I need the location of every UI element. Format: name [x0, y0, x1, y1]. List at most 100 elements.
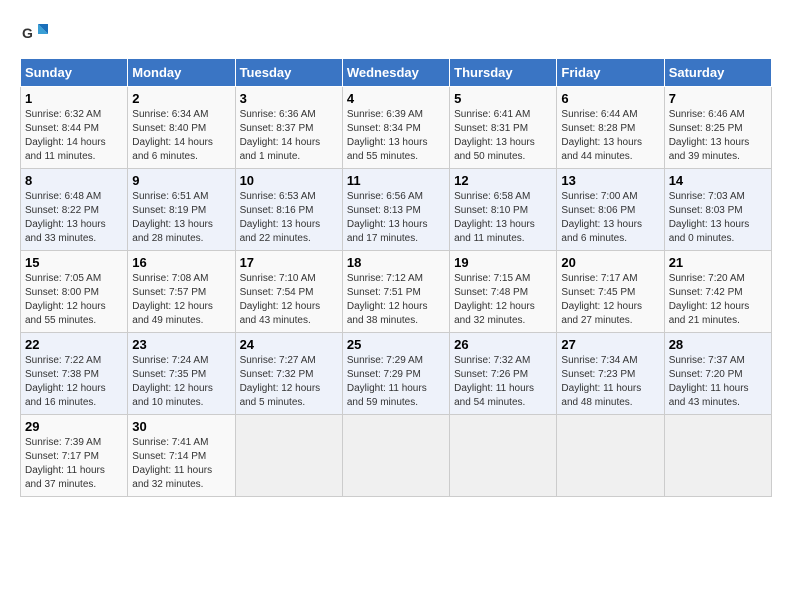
day-number: 30 [132, 419, 230, 434]
day-number: 17 [240, 255, 338, 270]
day-info: Sunrise: 7:39 AMSunset: 7:17 PMDaylight:… [25, 436, 123, 492]
day-number: 29 [25, 419, 123, 434]
day-cell: 11 Sunrise: 6:56 AMSunset: 8:13 PMDayligh… [342, 169, 449, 251]
day-info: Sunrise: 6:53 AMSunset: 8:16 PMDaylight:… [240, 190, 338, 246]
day-number: 2 [132, 91, 230, 106]
week-row-5: 29 Sunrise: 7:39 AMSunset: 7:17 PMDayligh… [21, 415, 772, 497]
day-info: Sunrise: 7:20 AMSunset: 7:42 PMDaylight:… [669, 272, 767, 328]
day-info: Sunrise: 6:41 AMSunset: 8:31 PMDaylight:… [454, 108, 552, 164]
day-info: Sunrise: 7:24 AMSunset: 7:35 PMDaylight:… [132, 354, 230, 410]
logo-icon: G [20, 20, 48, 48]
day-cell: 22 Sunrise: 7:22 AMSunset: 7:38 PMDayligh… [21, 333, 128, 415]
day-cell: 10Sunrise: 6:53 AMSunset: 8:16 PMDayligh… [235, 169, 342, 251]
day-cell: 14 Sunrise: 7:03 AMSunset: 8:03 PMDayligh… [664, 169, 771, 251]
day-cell: 12 Sunrise: 6:58 AMSunset: 8:10 PMDayligh… [450, 169, 557, 251]
day-cell: 27 Sunrise: 7:34 AMSunset: 7:23 PMDayligh… [557, 333, 664, 415]
day-info: Sunrise: 6:44 AMSunset: 8:28 PMDaylight:… [561, 108, 659, 164]
day-cell: 15 Sunrise: 7:05 AMSunset: 8:00 PMDayligh… [21, 251, 128, 333]
day-info: Sunrise: 7:41 AMSunset: 7:14 PMDaylight:… [132, 436, 230, 492]
day-number: 6 [561, 91, 659, 106]
day-cell [557, 415, 664, 497]
day-number: 18 [347, 255, 445, 270]
day-number: 12 [454, 173, 552, 188]
day-number: 22 [25, 337, 123, 352]
day-info: Sunrise: 7:10 AMSunset: 7:54 PMDaylight:… [240, 272, 338, 328]
day-cell: 20Sunrise: 7:17 AMSunset: 7:45 PMDayligh… [557, 251, 664, 333]
day-info: Sunrise: 7:08 AMSunset: 7:57 PMDaylight:… [132, 272, 230, 328]
header-cell-thursday: Thursday [450, 59, 557, 87]
day-info: Sunrise: 7:15 AMSunset: 7:48 PMDaylight:… [454, 272, 552, 328]
day-cell: 8 Sunrise: 6:48 AMSunset: 8:22 PMDaylight… [21, 169, 128, 251]
day-number: 4 [347, 91, 445, 106]
header-cell-sunday: Sunday [21, 59, 128, 87]
day-info: Sunrise: 7:37 AMSunset: 7:20 PMDaylight:… [669, 354, 767, 410]
header-cell-wednesday: Wednesday [342, 59, 449, 87]
day-cell: 19 Sunrise: 7:15 AMSunset: 7:48 PMDayligh… [450, 251, 557, 333]
day-number: 8 [25, 173, 123, 188]
calendar-body: 1 Sunrise: 6:32 AMSunset: 8:44 PMDaylight… [21, 87, 772, 497]
week-row-2: 8 Sunrise: 6:48 AMSunset: 8:22 PMDaylight… [21, 169, 772, 251]
day-cell: 24Sunrise: 7:27 AMSunset: 7:32 PMDayligh… [235, 333, 342, 415]
day-cell: 4Sunrise: 6:39 AMSunset: 8:34 PMDaylight… [342, 87, 449, 169]
day-cell: 2 Sunrise: 6:34 AMSunset: 8:40 PMDaylight… [128, 87, 235, 169]
day-info: Sunrise: 7:22 AMSunset: 7:38 PMDaylight:… [25, 354, 123, 410]
day-info: Sunrise: 7:12 AMSunset: 7:51 PMDaylight:… [347, 272, 445, 328]
day-info: Sunrise: 6:46 AMSunset: 8:25 PMDaylight:… [669, 108, 767, 164]
day-info: Sunrise: 6:48 AMSunset: 8:22 PMDaylight:… [25, 190, 123, 246]
day-cell [235, 415, 342, 497]
week-row-4: 22 Sunrise: 7:22 AMSunset: 7:38 PMDayligh… [21, 333, 772, 415]
week-row-3: 15 Sunrise: 7:05 AMSunset: 8:00 PMDayligh… [21, 251, 772, 333]
day-info: Sunrise: 6:36 AMSunset: 8:37 PMDaylight:… [240, 108, 338, 164]
day-number: 23 [132, 337, 230, 352]
calendar-table: SundayMondayTuesdayWednesdayThursdayFrid… [20, 58, 772, 497]
day-info: Sunrise: 7:32 AMSunset: 7:26 PMDaylight:… [454, 354, 552, 410]
day-cell: 9 Sunrise: 6:51 AMSunset: 8:19 PMDaylight… [128, 169, 235, 251]
day-info: Sunrise: 6:32 AMSunset: 8:44 PMDaylight:… [25, 108, 123, 164]
day-number: 1 [25, 91, 123, 106]
day-number: 20 [561, 255, 659, 270]
day-cell: 25 Sunrise: 7:29 AMSunset: 7:29 PMDayligh… [342, 333, 449, 415]
day-cell [342, 415, 449, 497]
header-cell-tuesday: Tuesday [235, 59, 342, 87]
header-cell-friday: Friday [557, 59, 664, 87]
day-info: Sunrise: 7:03 AMSunset: 8:03 PMDaylight:… [669, 190, 767, 246]
day-number: 15 [25, 255, 123, 270]
day-number: 27 [561, 337, 659, 352]
calendar-header: SundayMondayTuesdayWednesdayThursdayFrid… [21, 59, 772, 87]
day-number: 9 [132, 173, 230, 188]
day-cell [664, 415, 771, 497]
page-header: G [20, 20, 772, 48]
day-cell: 16 Sunrise: 7:08 AMSunset: 7:57 PMDayligh… [128, 251, 235, 333]
day-info: Sunrise: 6:51 AMSunset: 8:19 PMDaylight:… [132, 190, 230, 246]
header-row: SundayMondayTuesdayWednesdayThursdayFrid… [21, 59, 772, 87]
logo: G [20, 20, 52, 48]
day-info: Sunrise: 6:34 AMSunset: 8:40 PMDaylight:… [132, 108, 230, 164]
day-number: 13 [561, 173, 659, 188]
day-number: 16 [132, 255, 230, 270]
day-info: Sunrise: 7:29 AMSunset: 7:29 PMDaylight:… [347, 354, 445, 410]
day-number: 26 [454, 337, 552, 352]
day-number: 25 [347, 337, 445, 352]
svg-text:G: G [22, 25, 33, 41]
day-info: Sunrise: 6:56 AMSunset: 8:13 PMDaylight:… [347, 190, 445, 246]
day-number: 5 [454, 91, 552, 106]
day-cell: 18 Sunrise: 7:12 AMSunset: 7:51 PMDayligh… [342, 251, 449, 333]
day-number: 3 [240, 91, 338, 106]
day-cell: 3 Sunrise: 6:36 AMSunset: 8:37 PMDaylight… [235, 87, 342, 169]
day-info: Sunrise: 7:05 AMSunset: 8:00 PMDaylight:… [25, 272, 123, 328]
day-info: Sunrise: 7:34 AMSunset: 7:23 PMDaylight:… [561, 354, 659, 410]
day-cell: 29 Sunrise: 7:39 AMSunset: 7:17 PMDayligh… [21, 415, 128, 497]
day-info: Sunrise: 7:27 AMSunset: 7:32 PMDaylight:… [240, 354, 338, 410]
day-cell: 17 Sunrise: 7:10 AMSunset: 7:54 PMDayligh… [235, 251, 342, 333]
day-number: 19 [454, 255, 552, 270]
day-cell: 28Sunrise: 7:37 AMSunset: 7:20 PMDayligh… [664, 333, 771, 415]
header-cell-saturday: Saturday [664, 59, 771, 87]
day-info: Sunrise: 6:58 AMSunset: 8:10 PMDaylight:… [454, 190, 552, 246]
day-number: 11 [347, 173, 445, 188]
day-number: 14 [669, 173, 767, 188]
header-cell-monday: Monday [128, 59, 235, 87]
day-cell: 7Sunrise: 6:46 AMSunset: 8:25 PMDaylight… [664, 87, 771, 169]
day-cell: 26 Sunrise: 7:32 AMSunset: 7:26 PMDayligh… [450, 333, 557, 415]
day-cell: 5 Sunrise: 6:41 AMSunset: 8:31 PMDaylight… [450, 87, 557, 169]
day-cell: 23 Sunrise: 7:24 AMSunset: 7:35 PMDayligh… [128, 333, 235, 415]
